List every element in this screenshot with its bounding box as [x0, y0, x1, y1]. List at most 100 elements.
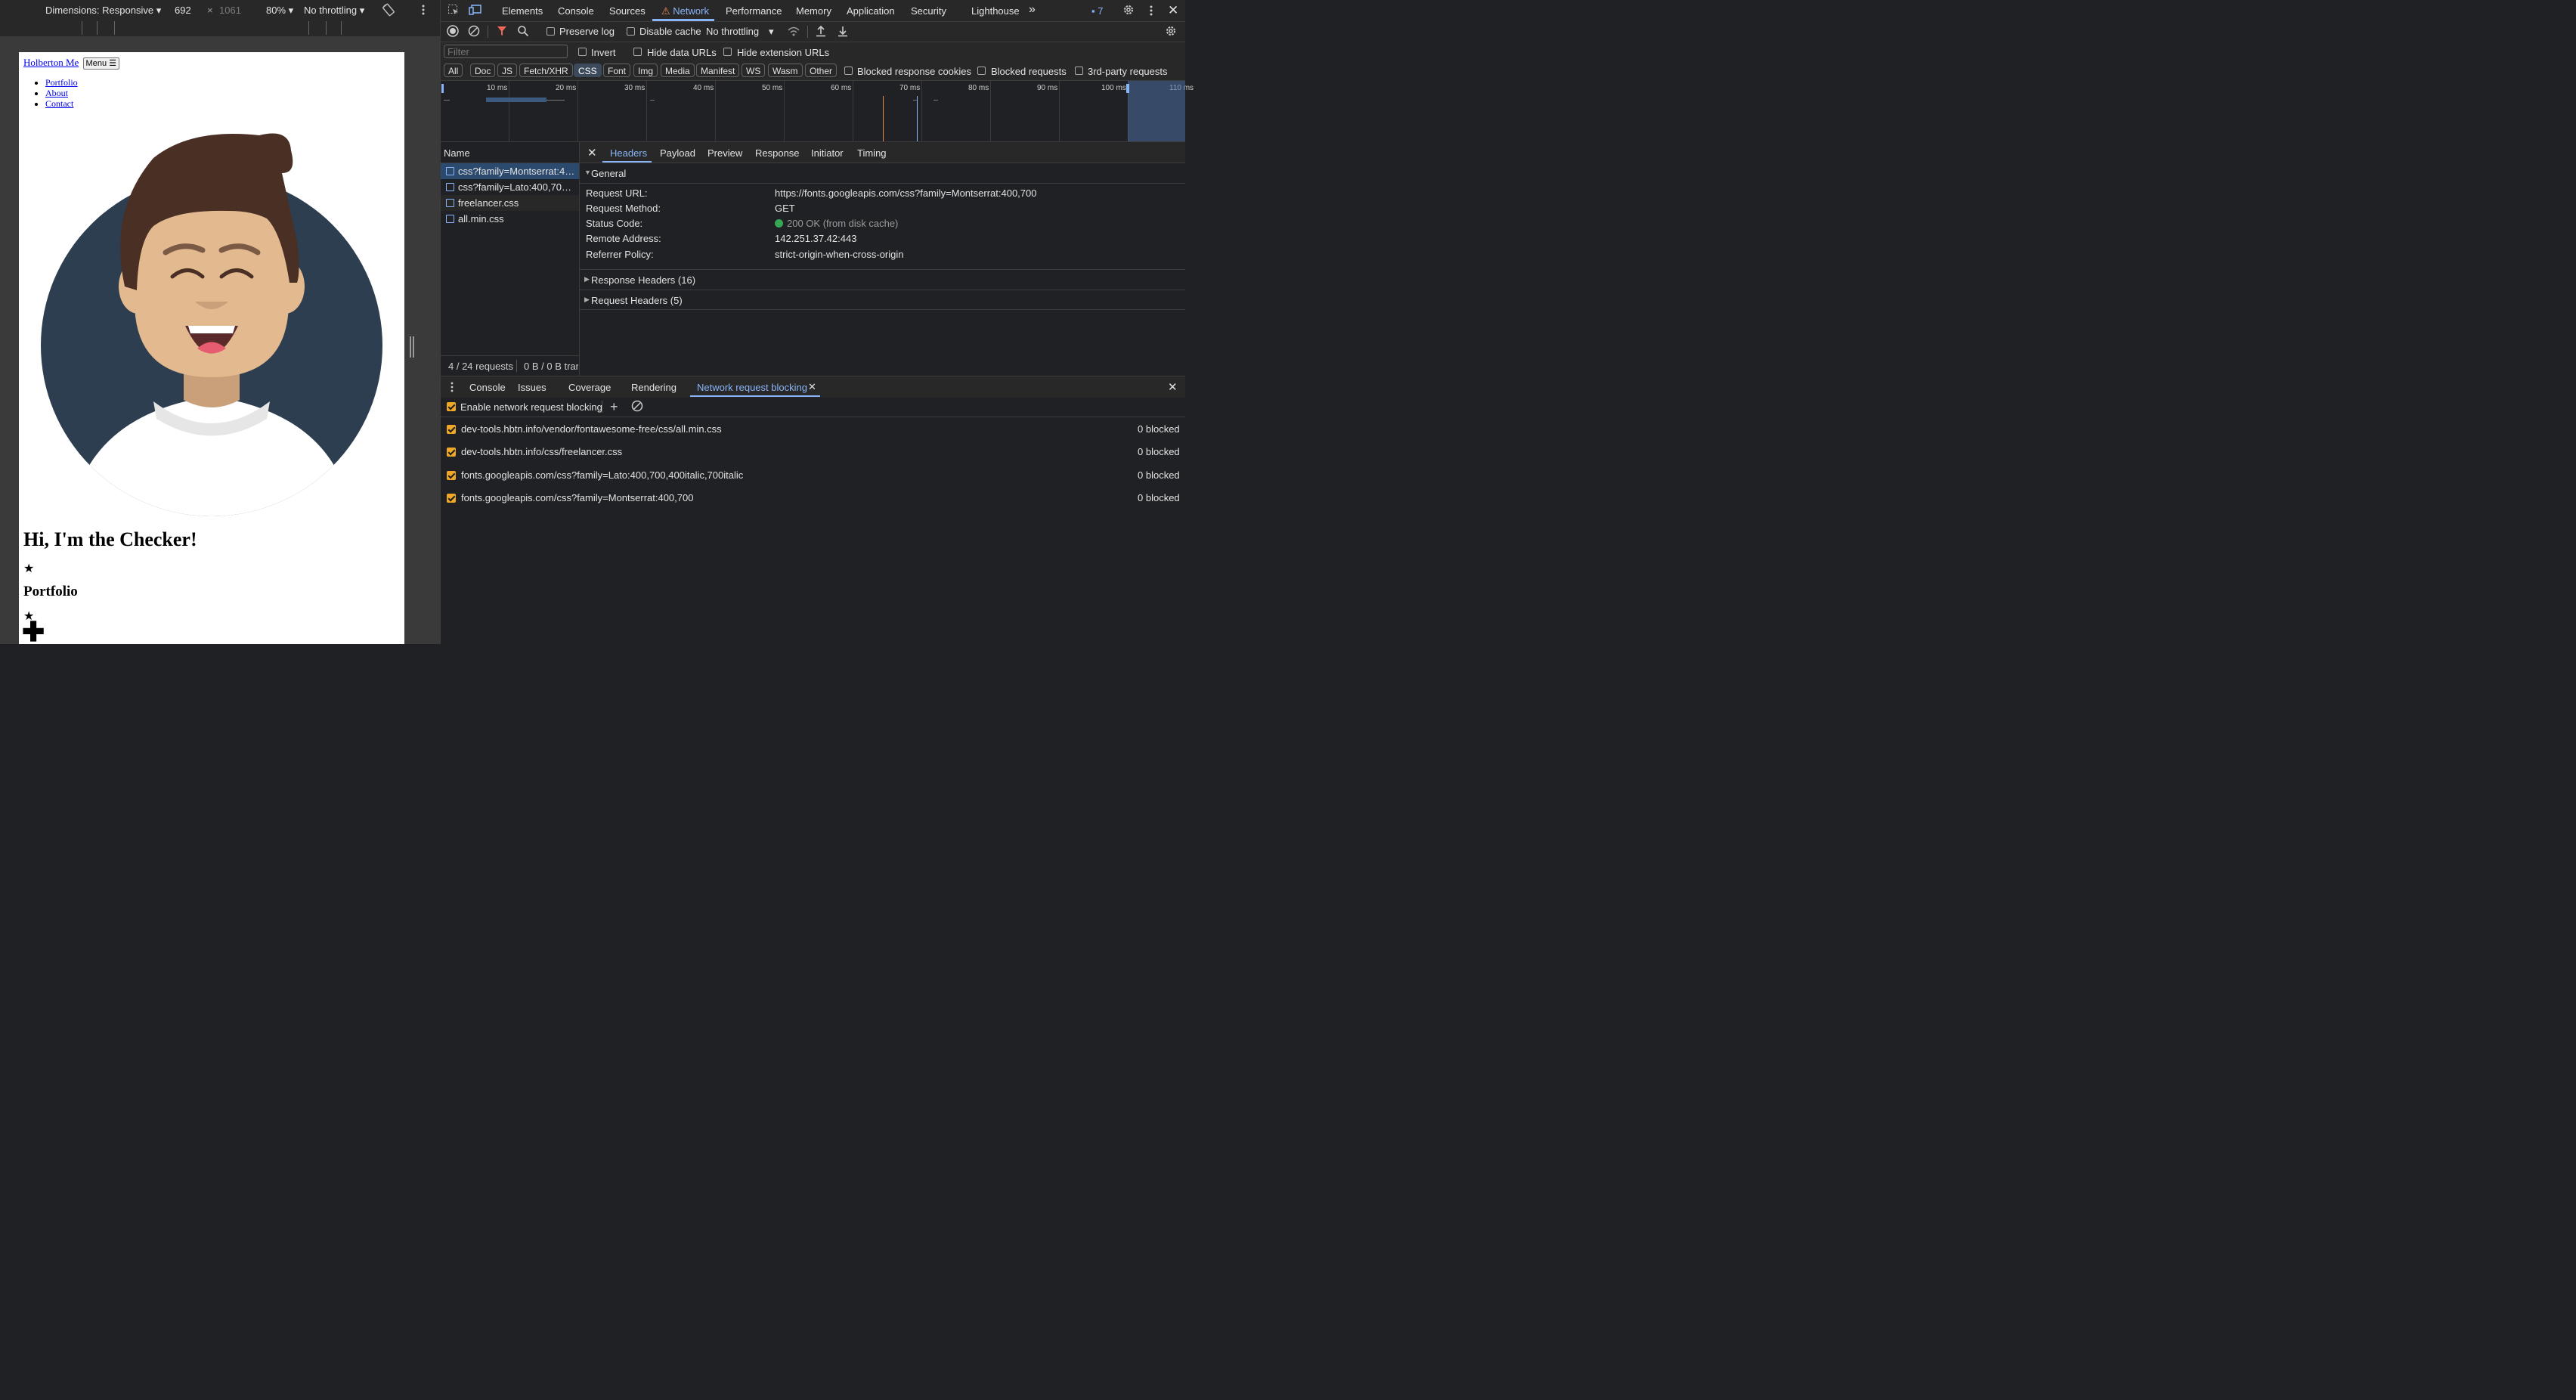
add-pattern-icon[interactable]: + — [610, 399, 618, 415]
tab-response[interactable]: Response — [755, 147, 800, 159]
type-filter-img[interactable]: Img — [633, 63, 658, 77]
pattern-checkbox[interactable] — [447, 448, 456, 457]
tab-console[interactable]: Console — [558, 5, 594, 17]
close-devtools-icon[interactable]: ✕ — [1168, 3, 1178, 18]
pattern-checkbox[interactable] — [447, 425, 456, 434]
nav-link-about[interactable]: About — [45, 88, 68, 98]
request-row[interactable]: css?family=Lato:400,700,400italic,700ita… — [441, 179, 579, 195]
tab-initiator[interactable]: Initiator — [811, 147, 844, 159]
tab-network-label: Network — [673, 5, 709, 17]
blocked-requests-checkbox[interactable] — [977, 67, 986, 75]
drawer-tab-rendering[interactable]: Rendering — [631, 382, 677, 393]
tab-sources[interactable]: Sources — [609, 5, 646, 17]
drawer-tab-coverage[interactable]: Coverage — [568, 382, 611, 393]
timeline-end-handle[interactable] — [1126, 84, 1129, 93]
type-filter-other[interactable]: Other — [805, 63, 838, 77]
record-icon[interactable] — [447, 25, 459, 39]
response-headers-title: Response Headers (16) — [591, 274, 696, 286]
nav-link-contact[interactable]: Contact — [45, 98, 73, 109]
request-url-label: Request URL: — [586, 187, 648, 199]
tab-payload[interactable]: Payload — [660, 147, 695, 159]
tab-headers[interactable]: Headers — [610, 147, 647, 159]
nav-link-portfolio[interactable]: Portfolio — [45, 77, 78, 88]
plus-icon[interactable]: ✚ — [22, 618, 45, 644]
network-settings-icon[interactable] — [1165, 25, 1177, 39]
drawer-menu-icon[interactable] — [450, 381, 454, 395]
tab-preview[interactable]: Preview — [707, 147, 742, 159]
pattern-checkbox[interactable] — [447, 471, 456, 480]
rotate-icon[interactable] — [382, 3, 395, 19]
blocked-response-cookies-checkbox[interactable] — [844, 67, 853, 75]
third-party-checkbox[interactable] — [1075, 67, 1083, 75]
device-toggle-icon[interactable] — [469, 4, 482, 18]
type-filter-manifest[interactable]: Manifest — [696, 63, 740, 77]
network-overview-timeline[interactable]: 10 ms 20 ms 30 ms 40 ms 50 ms 60 ms 70 m… — [441, 81, 1194, 142]
type-filter-js[interactable]: JS — [497, 63, 518, 77]
type-filter-font[interactable]: Font — [603, 63, 631, 77]
more-options-icon[interactable] — [420, 4, 426, 18]
device-throttling-dropdown[interactable]: No throttling ▾ — [304, 5, 364, 17]
tab-timing[interactable]: Timing — [857, 147, 887, 159]
request-row[interactable]: css?family=Montserrat:400,700 — [441, 163, 579, 179]
type-filter-all[interactable]: All — [444, 63, 463, 77]
height-input[interactable]: 1061 — [219, 5, 241, 16]
dom-content-loaded-marker — [883, 96, 884, 141]
tab-application[interactable]: Application — [847, 5, 895, 17]
export-har-icon[interactable] — [838, 25, 848, 39]
tab-network[interactable]: ⚠ Network — [661, 5, 709, 17]
close-detail-icon[interactable]: ✕ — [587, 146, 597, 160]
dimensions-dropdown[interactable]: Dimensions: Responsive ▾ — [45, 5, 161, 17]
close-drawer-tab-icon[interactable]: ✕ — [808, 381, 816, 393]
network-conditions-icon[interactable] — [787, 25, 800, 39]
settings-icon[interactable] — [1122, 4, 1135, 18]
devtools-menu-icon[interactable] — [1148, 5, 1154, 19]
requests-count: 4 / 24 requests — [448, 361, 513, 372]
network-throttling-dropdown[interactable]: No throttling — [706, 26, 759, 37]
hide-data-urls-checkbox[interactable] — [633, 48, 642, 56]
issues-counter[interactable]: ▪ 7 — [1091, 5, 1103, 17]
tab-lighthouse[interactable]: Lighthouse — [971, 5, 1020, 17]
zoom-dropdown[interactable]: 80% ▾ — [266, 5, 293, 17]
blocked-response-cookies-label: Blocked response cookies — [857, 66, 972, 77]
type-filter-media[interactable]: Media — [661, 63, 695, 77]
timeline-selection[interactable] — [1128, 81, 1185, 141]
close-drawer-icon[interactable]: ✕ — [1168, 380, 1178, 394]
type-filter-doc[interactable]: Doc — [470, 63, 496, 77]
enable-blocking-checkbox[interactable] — [447, 402, 456, 411]
drawer-tab-issues[interactable]: Issues — [518, 382, 546, 393]
filter-input[interactable] — [444, 45, 568, 58]
general-section-header[interactable] — [580, 163, 1185, 184]
more-tabs-icon[interactable]: » — [1029, 3, 1036, 17]
type-filter-fetch-xhr[interactable]: Fetch/XHR — [519, 63, 573, 77]
preserve-log-checkbox[interactable] — [546, 27, 555, 36]
tab-performance[interactable]: Performance — [726, 5, 782, 17]
type-filter-ws[interactable]: WS — [742, 63, 766, 77]
brand-link[interactable]: Holberton Me — [23, 57, 79, 68]
tab-elements[interactable]: Elements — [502, 5, 543, 17]
tab-memory[interactable]: Memory — [796, 5, 831, 17]
resize-handle[interactable] — [409, 336, 415, 358]
tab-security[interactable]: Security — [911, 5, 946, 17]
request-row[interactable]: freelancer.css — [441, 195, 579, 211]
search-icon[interactable] — [517, 25, 529, 39]
inspect-element-icon[interactable] — [447, 4, 460, 18]
remove-all-patterns-icon[interactable] — [631, 400, 643, 414]
name-column-header[interactable]: Name — [444, 147, 470, 159]
type-filter-css[interactable]: CSS — [574, 63, 602, 77]
clear-icon[interactable] — [468, 25, 480, 39]
filter-icon[interactable] — [497, 25, 507, 39]
width-input[interactable]: 692 — [175, 5, 191, 16]
type-filter-wasm[interactable]: Wasm — [768, 63, 803, 77]
import-har-icon[interactable] — [816, 25, 826, 39]
invert-checkbox[interactable] — [578, 48, 587, 56]
timeline-start-handle[interactable] — [441, 84, 444, 93]
menu-button[interactable]: Menu ☰ — [82, 57, 120, 70]
drawer-tab-console[interactable]: Console — [469, 382, 506, 393]
remote-address-label: Remote Address: — [586, 233, 661, 244]
pattern-checkbox[interactable] — [447, 494, 456, 503]
disable-cache-checkbox[interactable] — [627, 27, 635, 36]
throttling-chevron-icon[interactable]: ▾ — [769, 26, 774, 38]
drawer-tab-network-request-blocking[interactable]: Network request blocking — [697, 382, 807, 393]
hide-extension-urls-checkbox[interactable] — [723, 48, 732, 56]
request-row[interactable]: all.min.css — [441, 211, 579, 227]
